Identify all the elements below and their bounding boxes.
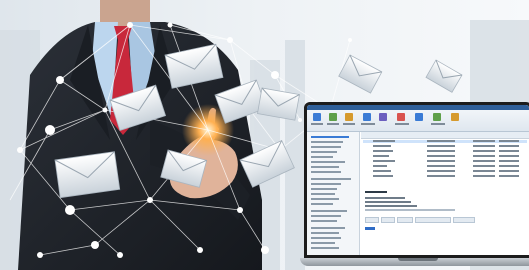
laptop-icon — [300, 98, 529, 270]
photo-scene — [0, 0, 529, 270]
folder-tree — [307, 132, 360, 255]
message-list — [361, 132, 529, 186]
app-ribbon — [307, 105, 529, 132]
laptop-screen — [304, 102, 529, 258]
message-preview — [361, 189, 529, 255]
envelope-icon — [54, 151, 121, 199]
